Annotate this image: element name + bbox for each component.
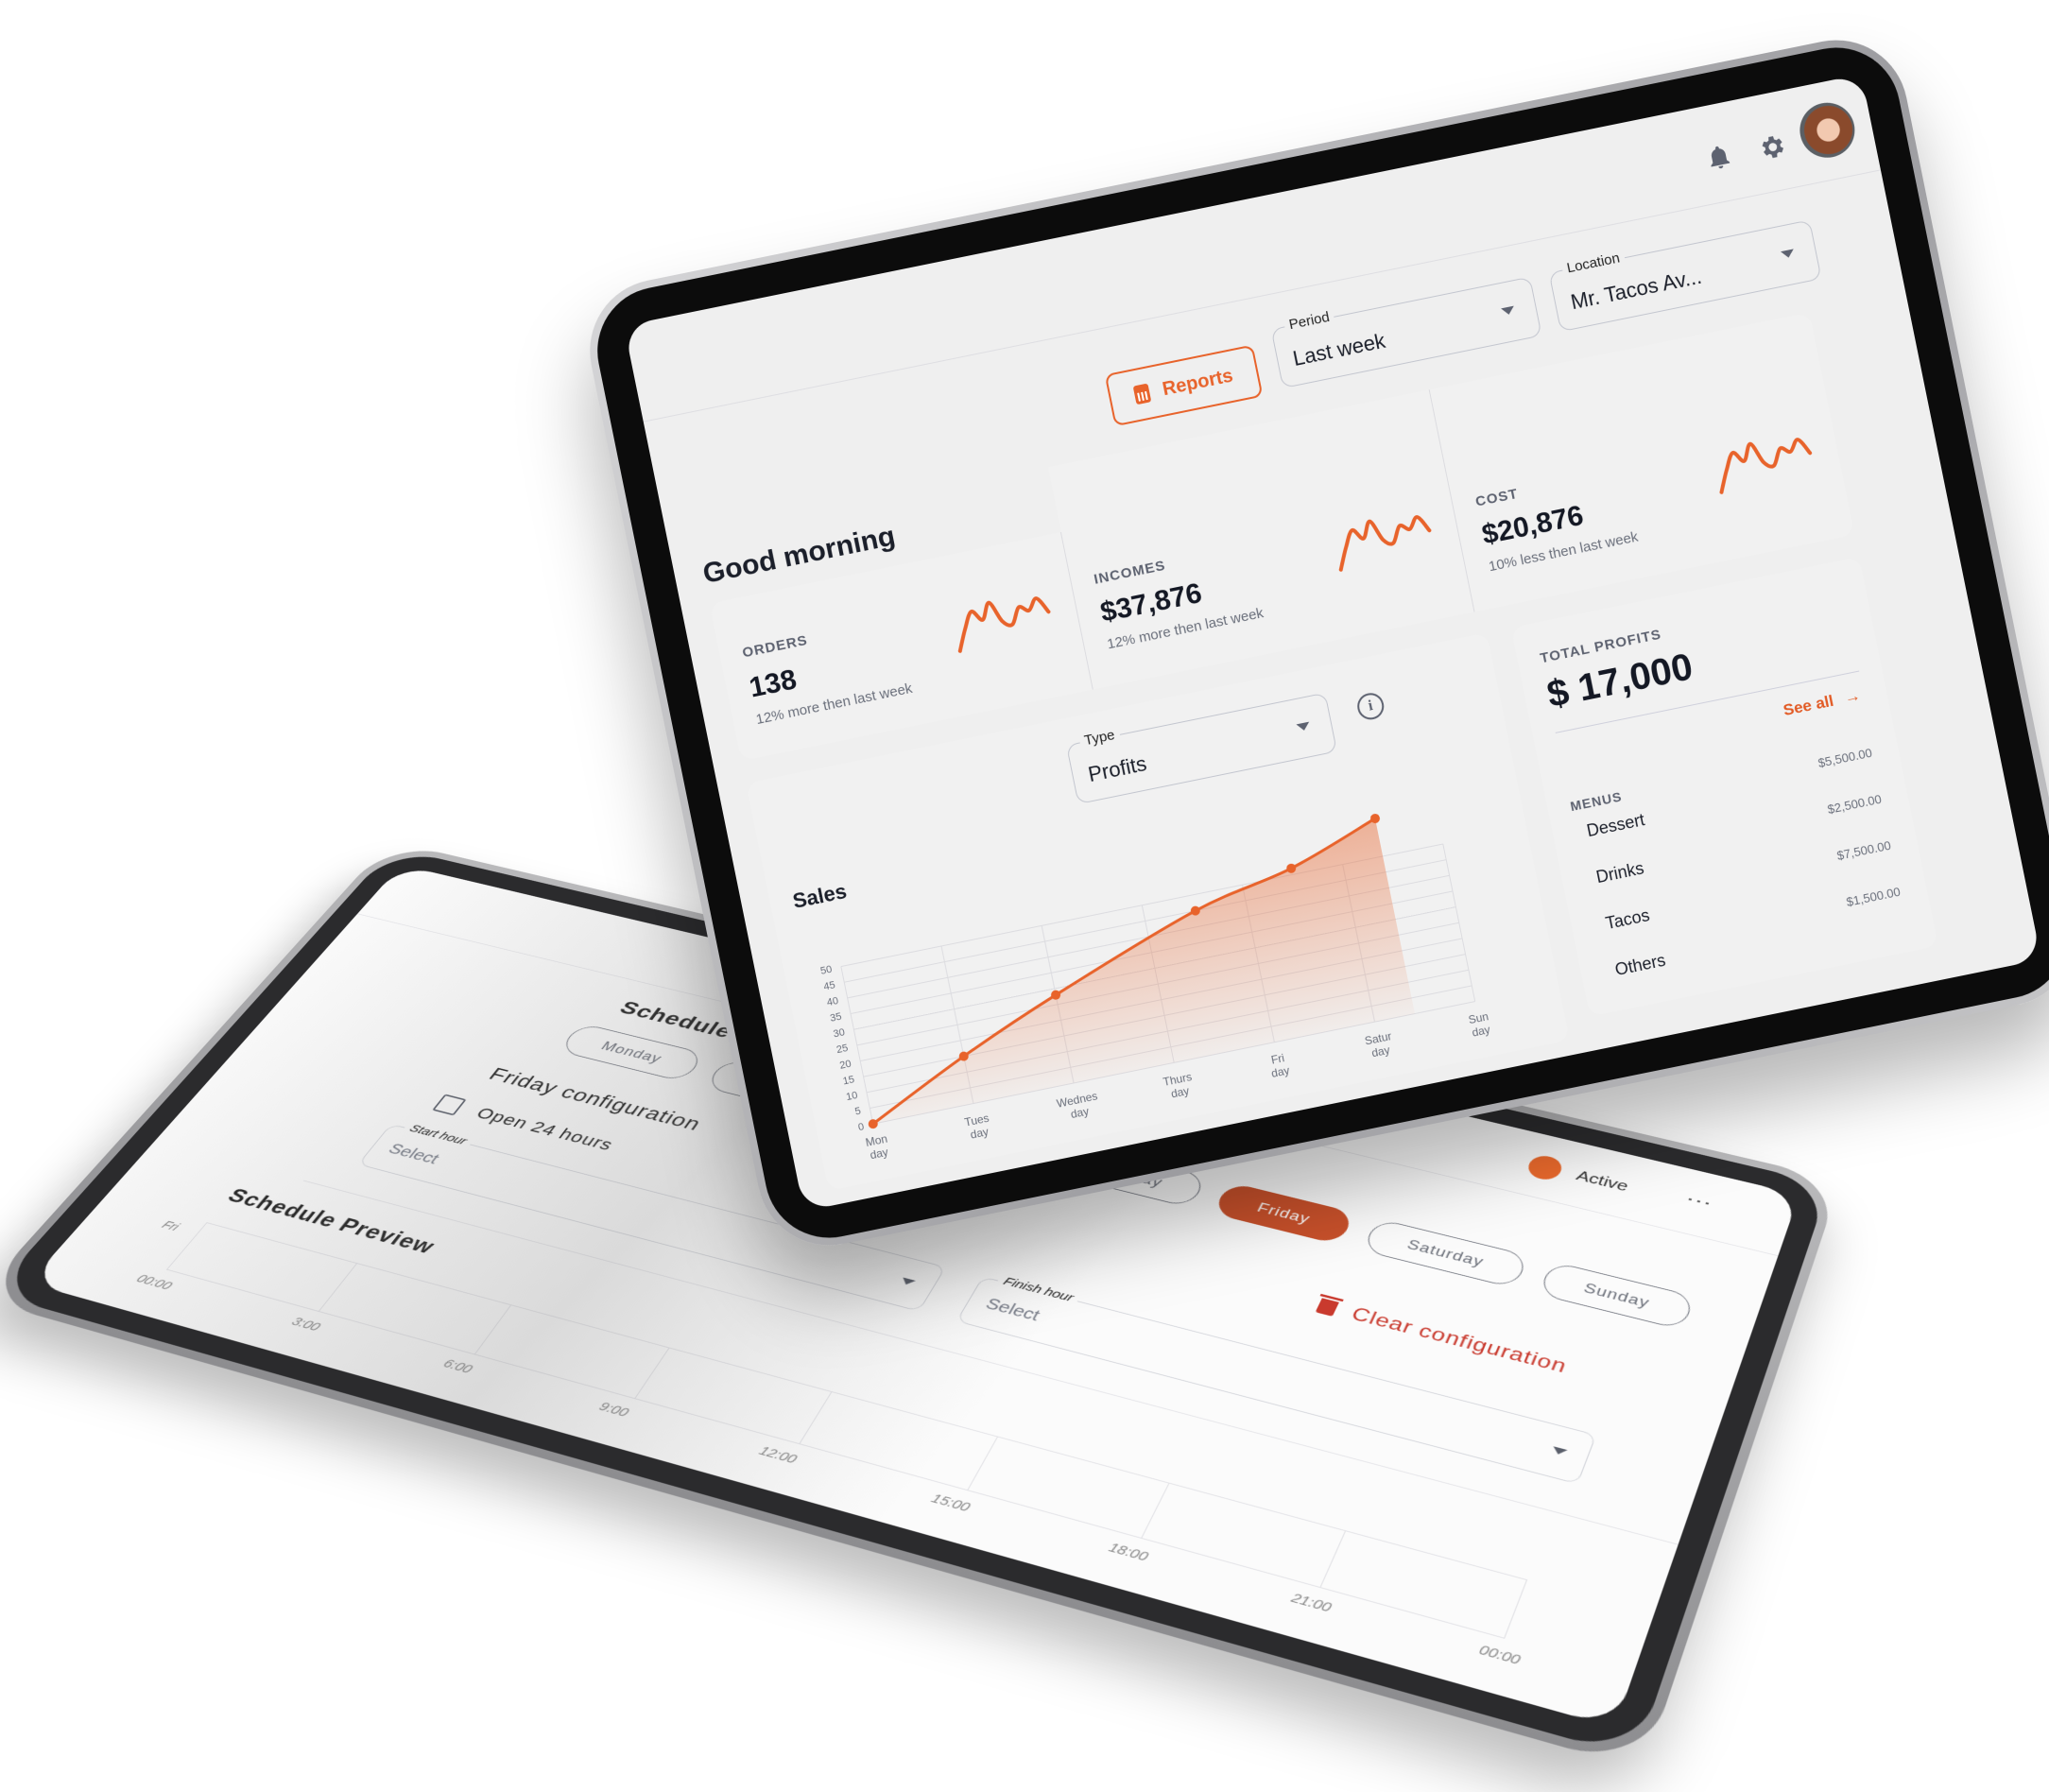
menu-item-name: Tacos (1604, 905, 1652, 934)
arrow-right-icon: → (1842, 686, 1863, 708)
open-24-checkbox[interactable] (432, 1094, 467, 1116)
chevron-down-icon (1501, 305, 1516, 317)
start-hour-placeholder: Select (384, 1141, 443, 1168)
incomes-sparkline (1338, 515, 1432, 572)
menu-item-name: Others (1613, 950, 1667, 980)
total-profits-card: TOTAL PROFITS $ 17,000 See all → MENUS D… (1510, 557, 1938, 1017)
open-24-label: Open 24 hours (472, 1104, 618, 1154)
menu-item-value: $7,500.00 (1835, 837, 1893, 863)
y-tick-label: 40 (826, 995, 839, 1008)
cost-label: COST (1473, 485, 1520, 510)
y-tick-label: 35 (829, 1011, 842, 1025)
gear-icon[interactable] (1756, 130, 1789, 164)
time-tick: 21:00 (1288, 1590, 1334, 1616)
menu-item-value: $2,500.00 (1826, 791, 1884, 817)
sales-title: Sales (790, 879, 849, 914)
time-tick: 12:00 (755, 1443, 801, 1467)
y-tick-label: 15 (842, 1074, 855, 1087)
period-select[interactable]: Period Last week (1270, 276, 1542, 389)
chevron-down-icon (1296, 721, 1311, 732)
time-tick: 00:00 (1476, 1642, 1523, 1668)
incomes-label: INCOMES (1092, 557, 1167, 588)
see-all-label: See all (1782, 691, 1835, 720)
y-tick-label: 0 (857, 1121, 865, 1133)
see-all-link[interactable]: See all → (1782, 686, 1862, 720)
x-tick-label: Friday (1267, 1051, 1291, 1080)
x-tick-label: Sunday (1467, 1009, 1492, 1040)
y-tick-label: 10 (845, 1090, 858, 1103)
period-label: Period (1283, 307, 1336, 335)
user-avatar[interactable] (1795, 97, 1860, 163)
type-value: Profits (1086, 751, 1149, 787)
menu-item-name: Dessert (1585, 810, 1646, 841)
time-tick: 3:00 (288, 1315, 324, 1335)
y-tick-label: 25 (835, 1042, 849, 1056)
orders-sparkline (957, 596, 1051, 653)
chevron-down-icon (1551, 1446, 1568, 1456)
incomes-card: INCOMES $37,876 12% more then last week (1047, 389, 1475, 690)
sparkline-path (957, 596, 1051, 653)
time-tick: 15:00 (928, 1490, 973, 1515)
x-tick-label: Tuesday (963, 1111, 992, 1143)
type-label: Type (1077, 726, 1121, 750)
more-options-icon[interactable]: ⋮ (1681, 1189, 1716, 1213)
y-tick-label: 20 (838, 1059, 852, 1072)
time-tick: 6:00 (439, 1356, 476, 1377)
y-tick-label: 50 (819, 964, 833, 977)
sparkline-path (1719, 438, 1813, 494)
cost-sparkline (1719, 438, 1813, 494)
time-tick: 00:00 (132, 1271, 176, 1293)
time-tick: 18:00 (1106, 1540, 1151, 1565)
clear-configuration-button[interactable]: Clear configuration (1314, 1295, 1570, 1378)
reports-button[interactable]: Reports (1104, 344, 1264, 427)
x-tick-label: Monday (865, 1132, 891, 1163)
location-label: Location (1560, 249, 1627, 278)
clear-configuration-label: Clear configuration (1348, 1303, 1571, 1378)
x-tick-label: Thursday (1162, 1070, 1196, 1102)
x-tick-label: Wednesday (1056, 1089, 1102, 1123)
time-tick: 9:00 (595, 1399, 632, 1421)
active-toggle[interactable]: Active (1524, 1152, 1632, 1198)
day-chip-sunday[interactable]: Sunday (1538, 1261, 1696, 1331)
type-select[interactable]: Type Profits (1065, 692, 1338, 805)
active-label: Active (1574, 1167, 1631, 1195)
grid-line (1442, 843, 1476, 1002)
info-icon[interactable]: i (1354, 690, 1386, 722)
y-tick-label: 5 (854, 1106, 862, 1118)
y-tick-label: 45 (822, 979, 835, 992)
menu-item-value: $1,500.00 (1845, 884, 1902, 909)
location-select[interactable]: Location Mr. Tacos Av... (1548, 219, 1822, 333)
menu-item-name: Drinks (1594, 858, 1646, 887)
report-chart-icon (1132, 383, 1152, 405)
front-tablet: Reports Period Last week Location Mr. Ta… (577, 26, 2049, 1259)
trash-icon (1315, 1298, 1339, 1317)
preview-day-label: Fri (159, 1218, 182, 1233)
period-value: Last week (1290, 328, 1387, 371)
series-area (872, 818, 1416, 1125)
day-chip-saturday[interactable]: Saturday (1362, 1217, 1530, 1289)
chevron-down-icon (899, 1277, 916, 1286)
chevron-down-icon (1781, 249, 1796, 260)
toggle-knob (1524, 1152, 1565, 1182)
day-chip-friday[interactable]: Friday (1212, 1181, 1355, 1246)
cost-card: COST $20,876 10% less then last week (1429, 312, 1855, 612)
sparkline-path (1338, 515, 1432, 572)
bell-icon[interactable] (1702, 141, 1735, 174)
orders-label: ORDERS (741, 631, 810, 662)
orders-value: 138 (746, 663, 800, 704)
timeline-ticks: 00:00 3:00 6:00 9:00 12:00 15:00 18:00 2… (133, 1272, 1523, 1668)
menu-item-value: $5,500.00 (1817, 745, 1874, 770)
finish-hour-placeholder: Select (982, 1295, 1043, 1325)
reports-label: Reports (1160, 365, 1235, 400)
x-tick-label: Saturday (1364, 1029, 1396, 1060)
y-tick-label: 30 (833, 1026, 846, 1040)
